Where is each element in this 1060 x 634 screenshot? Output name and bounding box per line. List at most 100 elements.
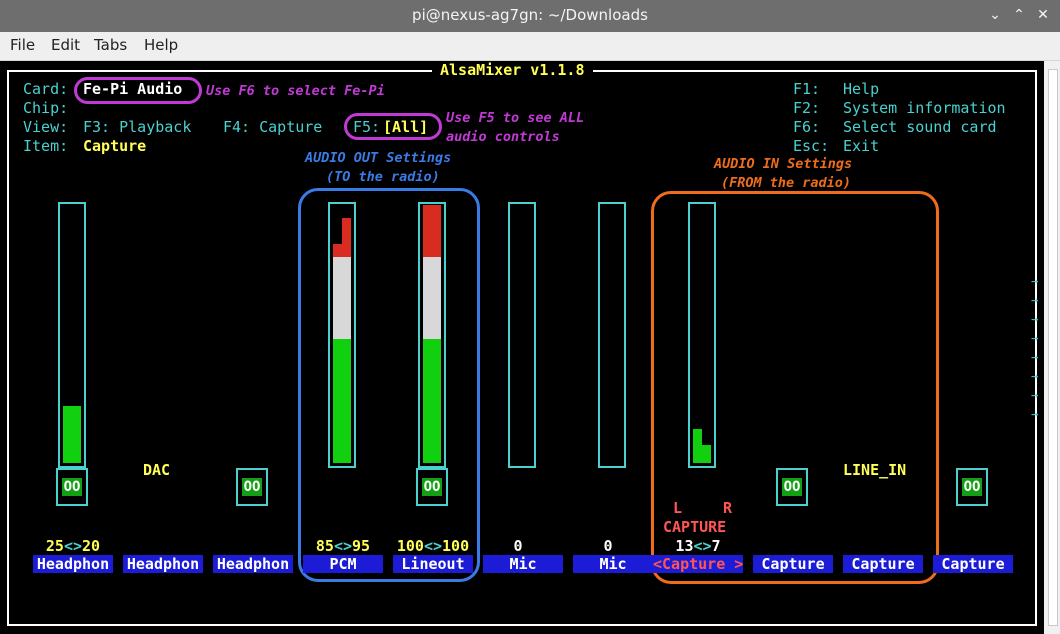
channel-label-headphone-1[interactable]: Headphon: [33, 555, 113, 573]
scrollbar-thumb[interactable]: [1048, 69, 1058, 626]
more-arrow: →: [1031, 388, 1039, 402]
mic-volume-bar-2[interactable]: [598, 202, 626, 468]
help-key-f1: F1:: [793, 80, 821, 98]
close-button[interactable]: ✕: [1034, 6, 1052, 24]
menu-tabs[interactable]: Tabs: [94, 36, 127, 54]
help-text-f2: System information: [843, 99, 1006, 117]
volume-fill-segment: [423, 205, 432, 257]
headphone-mute-toggle[interactable]: OO: [56, 468, 88, 506]
more-arrow: →: [1031, 312, 1039, 326]
view-capture[interactable]: F4: Capture: [223, 118, 322, 136]
minimize-button[interactable]: ⌄: [986, 6, 1004, 24]
mute-indicator: OO: [422, 478, 442, 496]
capture-volume-readout: 13<>7: [658, 537, 738, 555]
help-text-esc: Exit: [843, 137, 880, 155]
volume-fill-segment: [342, 217, 351, 257]
audio-out-box: [298, 188, 480, 582]
help-key-f6: F6:: [793, 118, 821, 136]
lineout-mute-toggle[interactable]: OO: [416, 468, 448, 506]
channel-label-capture-4[interactable]: Capture: [933, 555, 1013, 573]
volume-fill-segment: [432, 339, 441, 463]
chip-label: Chip:: [23, 99, 69, 117]
mute-indicator: OO: [62, 478, 82, 496]
volume-fill-segment: [333, 256, 342, 340]
headphone-3-mute-toggle[interactable]: OO: [236, 468, 268, 506]
pcm-volume-bar[interactable]: [328, 202, 356, 468]
channel-label-capture-selected[interactable]: <Capture >: [653, 555, 743, 573]
capture-2-mute-toggle[interactable]: OO: [776, 468, 808, 506]
capture-4-mute-toggle[interactable]: OO: [956, 468, 988, 506]
channel-label-mic-1[interactable]: Mic: [483, 555, 563, 573]
capture-right-marker: R: [723, 499, 733, 517]
mic-1-volume-readout: 0: [513, 537, 523, 555]
vol-left: 25: [45, 537, 64, 555]
headphone-volume-bar[interactable]: [58, 202, 86, 468]
volume-fill-segment: [333, 339, 342, 463]
channel-label-capture-2[interactable]: Capture: [753, 555, 833, 573]
volume-fill-segment: [72, 406, 81, 463]
lineout-volume-bar[interactable]: [418, 202, 446, 468]
audio-in-title: AUDIO IN Settings: [714, 156, 853, 172]
vol-left: 13: [675, 537, 694, 555]
maximize-button[interactable]: ⌃: [1010, 6, 1028, 24]
vol-sep: <>: [423, 537, 443, 555]
channel-label-mic-2[interactable]: Mic: [573, 555, 653, 573]
vol-right: 95: [352, 537, 371, 555]
window-title: pi@nexus-ag7gn: ~/Downloads: [412, 6, 648, 24]
audio-out-title: AUDIO OUT Settings: [305, 150, 452, 166]
channel-label-lineout[interactable]: Lineout: [393, 555, 473, 573]
more-arrow: →: [1031, 274, 1039, 288]
line-in-label: LINE_IN: [843, 461, 907, 479]
vol-right: 7: [711, 537, 721, 555]
menu-bar: File Edit Tabs Help: [0, 32, 1060, 61]
volume-fill-segment: [423, 339, 432, 463]
item-label: Item:: [23, 137, 69, 155]
menu-file[interactable]: File: [10, 36, 35, 54]
scrollbar[interactable]: [1044, 61, 1060, 634]
help-key-esc: Esc:: [793, 137, 830, 155]
vol-sep: <>: [333, 537, 353, 555]
volume-fill-segment: [342, 256, 351, 340]
channel-label-capture-3[interactable]: Capture: [843, 555, 923, 573]
view-playback[interactable]: F3: Playback: [83, 118, 191, 136]
item-value: Capture: [83, 137, 147, 155]
channel-label-headphone-2[interactable]: Headphon: [123, 555, 203, 573]
volume-fill-segment: [342, 339, 351, 463]
channel-label-headphone-3[interactable]: Headphon: [213, 555, 293, 573]
mic-2-volume-readout: 0: [603, 537, 613, 555]
help-key-f2: F2:: [793, 99, 821, 117]
more-arrow: →: [1031, 331, 1039, 345]
lineout-volume-readout: 100<>100: [393, 537, 473, 555]
view-label: View:: [23, 118, 69, 136]
capture-status: CAPTURE: [663, 518, 727, 536]
mute-indicator: OO: [782, 478, 802, 496]
vol-left: 100: [396, 537, 424, 555]
help-text-f1: Help: [843, 80, 880, 98]
vol-right: 100: [442, 537, 470, 555]
more-arrow: →: [1031, 293, 1039, 307]
mute-indicator: OO: [962, 478, 982, 496]
mute-indicator: OO: [242, 478, 262, 496]
f5-annotation-line1: Use F5 to see ALL: [446, 110, 585, 126]
card-highlight-oval: [74, 77, 202, 104]
volume-fill-segment: [702, 444, 711, 463]
volume-fill-segment: [333, 243, 342, 257]
audio-out-subtitle: (TO the radio): [326, 169, 440, 185]
menu-edit[interactable]: Edit: [51, 36, 80, 54]
menu-help[interactable]: Help: [144, 36, 178, 54]
channel-label-pcm[interactable]: PCM: [303, 555, 383, 573]
more-arrow: →: [1031, 350, 1039, 364]
help-text-f6: Select sound card: [843, 118, 997, 136]
capture-volume-bar[interactable]: [688, 202, 716, 468]
pcm-volume-readout: 85<>95: [303, 537, 383, 555]
app-title: AlsaMixer v1.1.8: [432, 61, 593, 79]
headphone-volume-readout: 25<>20: [33, 537, 113, 555]
f5-highlight-oval: [344, 113, 442, 140]
f5-annotation-line2: audio controls: [446, 129, 560, 145]
vol-left: 85: [315, 537, 334, 555]
mic-volume-bar-1[interactable]: [508, 202, 536, 468]
more-arrow: →: [1031, 407, 1039, 421]
capture-left-marker: L: [673, 499, 683, 517]
volume-fill-segment: [432, 256, 441, 340]
volume-fill-segment: [432, 205, 441, 257]
